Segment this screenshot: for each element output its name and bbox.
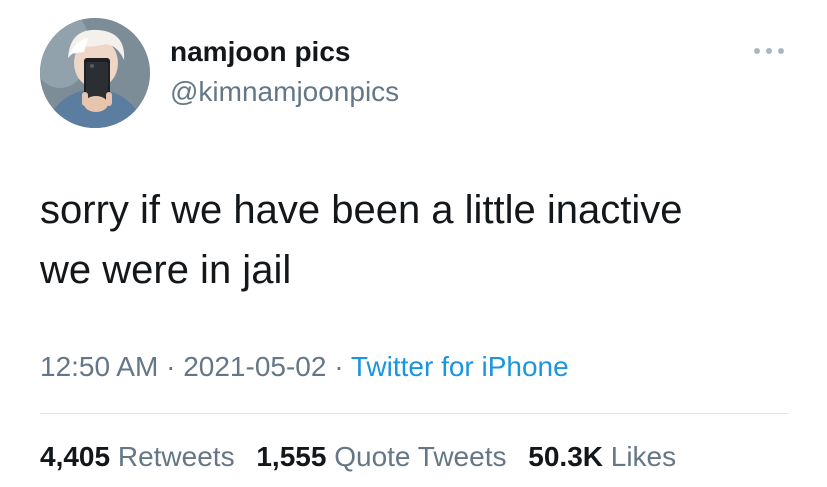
- avatar[interactable]: [40, 18, 150, 128]
- quote-tweets-count: 1,555: [256, 441, 327, 472]
- quote-tweets-stat[interactable]: 1,555 Quote Tweets: [256, 441, 506, 472]
- retweets-label: Retweets: [117, 441, 235, 472]
- tweet-stats: 4,405 Retweets 1,555 Quote Tweets 50.3K …: [40, 440, 676, 474]
- meta-separator: ·: [326, 351, 351, 382]
- retweets-count: 4,405: [40, 441, 111, 472]
- likes-label: Likes: [610, 441, 677, 472]
- user-handle[interactable]: @kimnamjoonpics: [170, 76, 399, 108]
- divider: [40, 413, 788, 414]
- tweet-text-line: sorry if we have been a little inactive: [40, 188, 683, 232]
- tweet-source-link[interactable]: Twitter for iPhone: [351, 351, 569, 382]
- tweet-meta: 12:50 AM · 2021-05-02 · Twitter for iPho…: [40, 350, 569, 384]
- likes-stat[interactable]: 50.3K Likes: [528, 441, 676, 472]
- likes-count: 50.3K: [528, 441, 603, 472]
- tweet-text: sorry if we have been a little inactive …: [40, 180, 800, 300]
- tweet-date[interactable]: 2021-05-02: [183, 351, 326, 382]
- retweets-stat[interactable]: 4,405 Retweets: [40, 441, 235, 472]
- meta-separator: ·: [158, 351, 184, 382]
- tweet-time[interactable]: 12:50 AM: [40, 351, 158, 382]
- avatar-photo: [40, 18, 150, 128]
- display-name[interactable]: namjoon pics: [170, 36, 350, 68]
- quote-tweets-label: Quote Tweets: [334, 441, 507, 472]
- tweet-text-line: we were in jail: [40, 248, 292, 292]
- more-horizontal-icon[interactable]: [752, 44, 786, 58]
